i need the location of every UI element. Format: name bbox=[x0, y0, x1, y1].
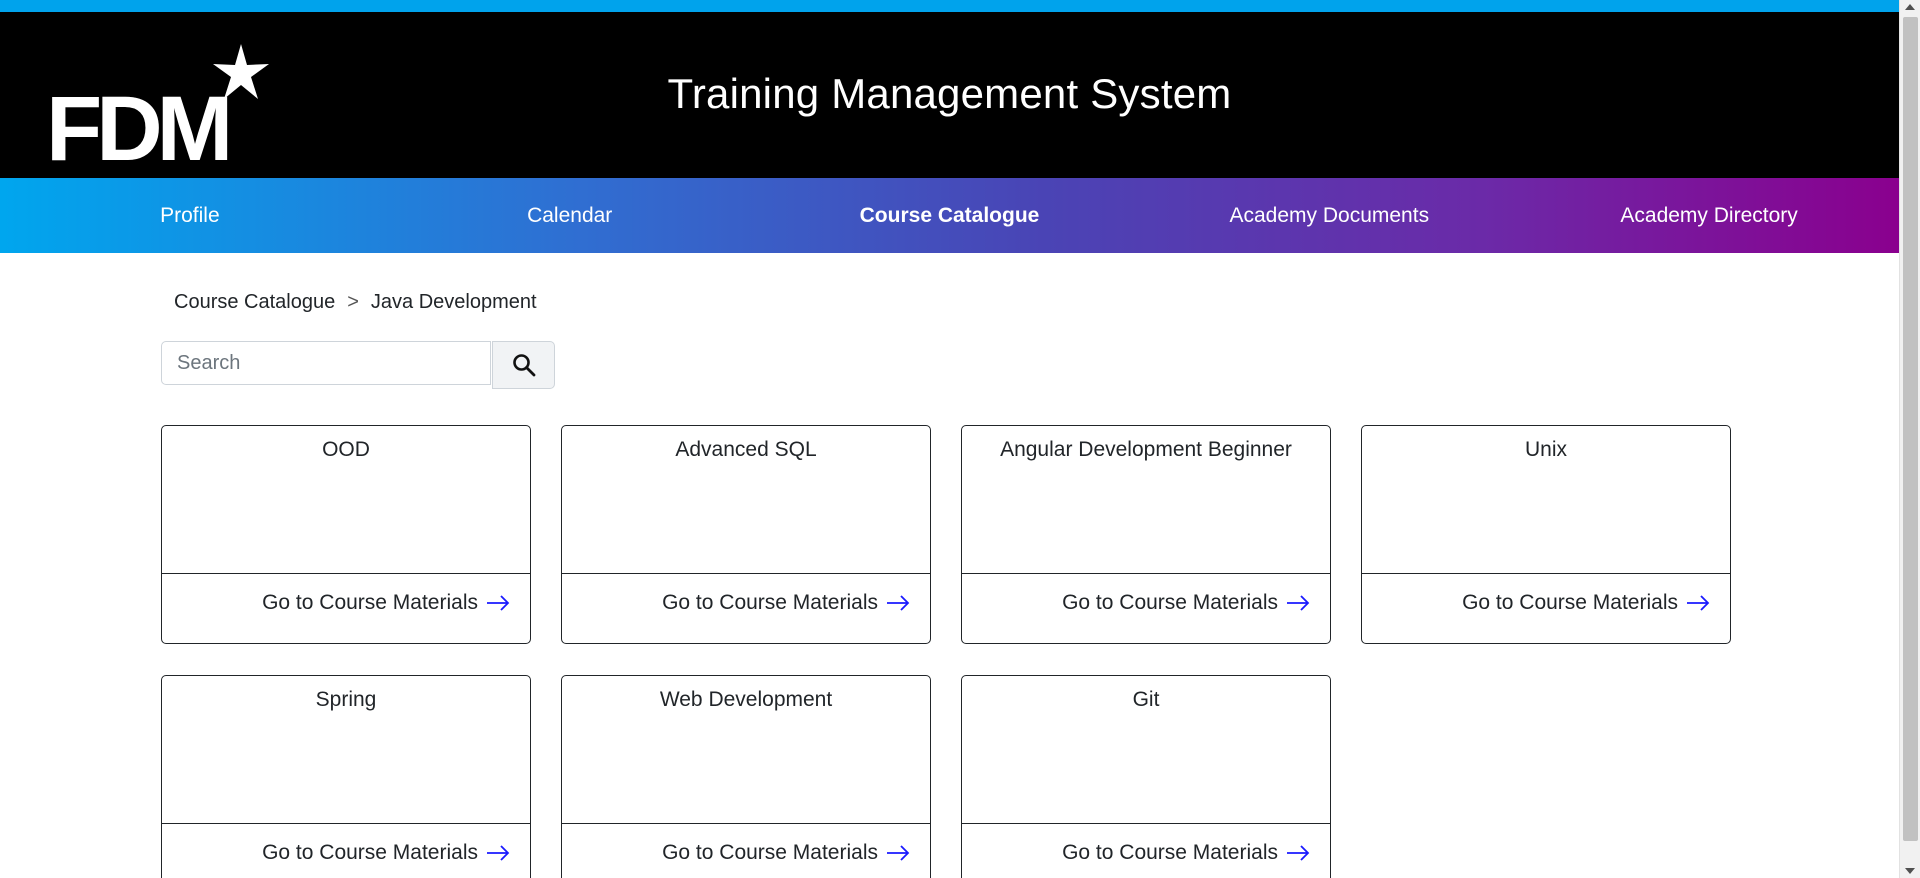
course-materials-label: Go to Course Materials bbox=[1062, 841, 1278, 864]
course-materials-link[interactable]: Go to Course Materials bbox=[962, 574, 1330, 632]
course-card-git: Git Go to Course Materials bbox=[961, 675, 1331, 878]
course-card-web-development: Web Development Go to Course Materials bbox=[561, 675, 931, 878]
search-button[interactable] bbox=[492, 341, 555, 389]
scrollbar-thumb[interactable] bbox=[1903, 17, 1918, 841]
arrow-right-icon bbox=[486, 845, 510, 861]
nav-item-profile[interactable]: Profile bbox=[0, 204, 380, 228]
course-materials-link[interactable]: Go to Course Materials bbox=[1362, 574, 1730, 632]
top-accent-strip bbox=[0, 0, 1899, 12]
breadcrumb: Course Catalogue > Java Development bbox=[161, 291, 537, 319]
course-materials-label: Go to Course Materials bbox=[1462, 591, 1678, 614]
nav-item-course-catalogue[interactable]: Course Catalogue bbox=[760, 204, 1140, 228]
course-card-angular-development-beginner: Angular Development Beginner Go to Cours… bbox=[961, 425, 1331, 644]
arrow-right-icon bbox=[1286, 595, 1310, 611]
arrow-right-icon bbox=[486, 595, 510, 611]
course-materials-link[interactable]: Go to Course Materials bbox=[562, 824, 930, 878]
course-title: Web Development bbox=[562, 676, 930, 824]
course-materials-label: Go to Course Materials bbox=[1062, 591, 1278, 614]
course-title: Advanced SQL bbox=[562, 426, 930, 574]
course-materials-link[interactable]: Go to Course Materials bbox=[162, 824, 530, 878]
breadcrumb-separator: > bbox=[347, 291, 359, 313]
course-card-unix: Unix Go to Course Materials bbox=[1361, 425, 1731, 644]
course-card-ood: OOD Go to Course Materials bbox=[161, 425, 531, 644]
course-card-advanced-sql: Advanced SQL Go to Course Materials bbox=[561, 425, 931, 644]
scroll-down-arrow-icon[interactable] bbox=[1905, 868, 1915, 874]
search-input[interactable] bbox=[161, 341, 491, 385]
course-materials-link[interactable]: Go to Course Materials bbox=[162, 574, 530, 632]
arrow-right-icon bbox=[1686, 595, 1710, 611]
course-materials-label: Go to Course Materials bbox=[662, 591, 878, 614]
main-nav: Profile Calendar Course Catalogue Academ… bbox=[0, 178, 1899, 253]
vertical-scrollbar[interactable] bbox=[1899, 0, 1920, 878]
search-bar bbox=[161, 341, 555, 389]
course-materials-label: Go to Course Materials bbox=[662, 841, 878, 864]
course-title: Spring bbox=[162, 676, 530, 824]
nav-item-academy-directory[interactable]: Academy Directory bbox=[1519, 204, 1899, 228]
page-title: Training Management System bbox=[667, 70, 1232, 117]
scroll-up-arrow-icon[interactable] bbox=[1905, 4, 1915, 10]
course-materials-label: Go to Course Materials bbox=[262, 591, 478, 614]
breadcrumb-current: Java Development bbox=[370, 291, 537, 313]
course-materials-link[interactable]: Go to Course Materials bbox=[962, 824, 1330, 878]
nav-item-calendar[interactable]: Calendar bbox=[380, 204, 760, 228]
search-icon bbox=[512, 354, 535, 377]
header: FDM Training Management System bbox=[0, 12, 1899, 178]
arrow-right-icon bbox=[886, 845, 910, 861]
course-materials-link[interactable]: Go to Course Materials bbox=[562, 574, 930, 632]
page: FDM Training Management System Profile C… bbox=[0, 0, 1899, 878]
arrow-right-icon bbox=[886, 595, 910, 611]
nav-item-academy-documents[interactable]: Academy Documents bbox=[1139, 204, 1519, 228]
breadcrumb-root[interactable]: Course Catalogue bbox=[174, 291, 335, 313]
course-materials-label: Go to Course Materials bbox=[262, 841, 478, 864]
course-title: Git bbox=[962, 676, 1330, 824]
arrow-right-icon bbox=[1286, 845, 1310, 861]
course-title: OOD bbox=[162, 426, 530, 574]
course-card-spring: Spring Go to Course Materials bbox=[161, 675, 531, 878]
course-title: Angular Development Beginner bbox=[962, 426, 1330, 574]
course-title: Unix bbox=[1362, 426, 1730, 574]
